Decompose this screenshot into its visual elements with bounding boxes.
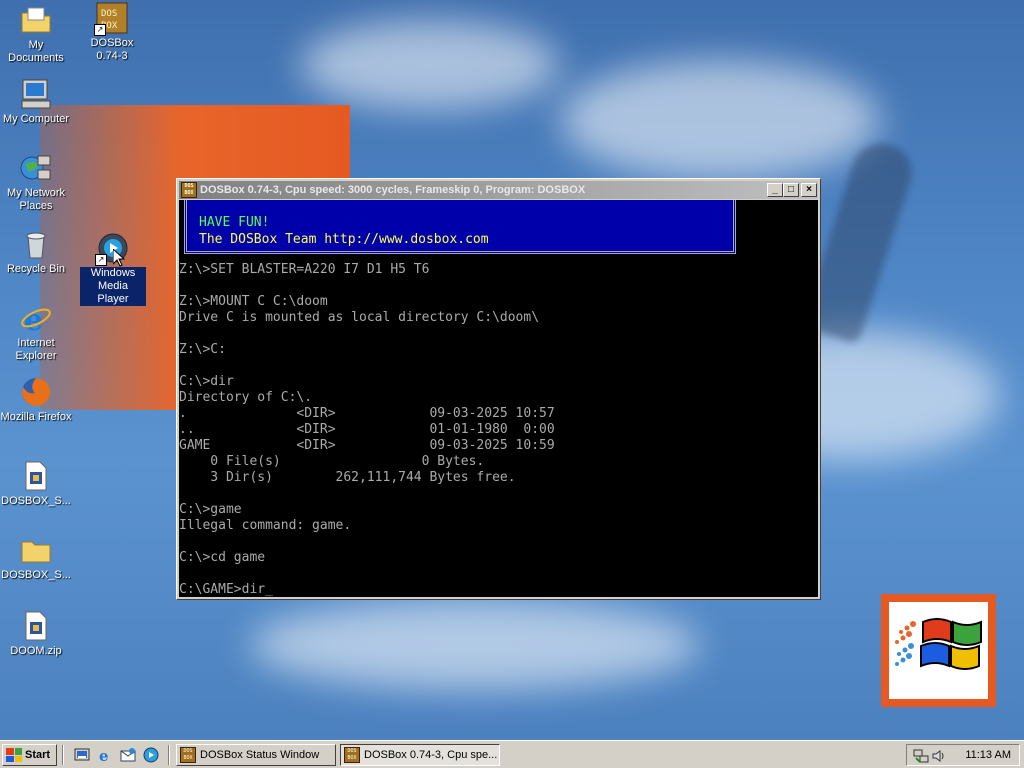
my-documents-icon [20, 4, 52, 36]
taskbar: Start e DOS BOX DOSBox Status Window DOS B… [0, 740, 1024, 768]
cloud [560, 60, 880, 180]
media-player-icon[interactable] [143, 747, 159, 763]
network-icon[interactable] [913, 748, 929, 764]
desktop-icon-network-places[interactable]: My Network Places [0, 152, 74, 213]
console-line: Illegal command: game. [179, 518, 352, 533]
console-line: .. <DIR> 01-01-1980 0:00 [179, 422, 555, 437]
start-button[interactable]: Start [2, 744, 57, 766]
console-line: C:\>game [179, 502, 242, 517]
internet-explorer-icon: e [20, 302, 52, 338]
console-line: Drive C is mounted as local directory C:… [179, 310, 540, 325]
folder-icon [20, 534, 52, 566]
banner-team-url: The DOSBox Team http://www.dosbox.com [199, 232, 489, 247]
windows-flag-icon [895, 618, 982, 670]
dosbox-icon: DOS BOX [180, 747, 196, 763]
taskbar-separator [62, 745, 64, 765]
svg-text:e: e [99, 747, 109, 763]
clock[interactable]: 11:13 AM [965, 749, 1011, 761]
console-line: . <DIR> 09-03-2025 10:57 [179, 406, 555, 421]
shortcut-arrow-icon: ↗ [94, 24, 106, 36]
task-dosbox-status[interactable]: DOS BOX DOSBox Status Window [176, 744, 336, 766]
dosbox-icon: DOS BOX ↗ [94, 2, 128, 36]
console-line: 3 Dir(s) 262,111,744 Bytes free. [179, 470, 516, 485]
minimize-button[interactable]: _ [767, 183, 783, 197]
dosbox-icon: DOS BOX [181, 182, 197, 198]
volume-icon[interactable] [931, 748, 947, 764]
desktop-icon-doom-zip[interactable]: DOOM.zip [0, 610, 74, 658]
windows-flag-icon [6, 748, 22, 762]
taskbar-separator [168, 745, 170, 765]
network-places-icon [20, 152, 52, 184]
dosbox-window[interactable]: DOS BOX DOSBox 0.74-3, Cpu speed: 3000 cy… [176, 178, 821, 600]
dos-console[interactable]: HAVE FUN! The DOSBox Team http://www.dos… [179, 200, 818, 597]
desktop-icon-internet-explorer[interactable]: e Internet Explorer [0, 302, 74, 363]
console-line: Z:\>SET BLASTER=A220 I7 D1 H5 T6 [179, 262, 430, 277]
settings-file-icon [20, 460, 52, 492]
my-computer-icon [20, 78, 52, 110]
desktop-icon-my-documents[interactable]: My Documents [0, 4, 74, 65]
cloud [300, 20, 560, 110]
task-dosbox-window[interactable]: DOS BOX DOSBox 0.74-3, Cpu spe... [340, 744, 500, 766]
desktop-icon-media-player[interactable]: ↗ Windows Media Player [75, 232, 151, 306]
welcome-banner: HAVE FUN! The DOSBox Team http://www.dos… [184, 200, 736, 254]
desktop-icon-dosbox-settings[interactable]: DOSBOX_S... [0, 460, 74, 508]
window-title: DOSBox 0.74-3, Cpu speed: 3000 cycles, F… [200, 184, 586, 196]
desktop: My Documents DOS BOX ↗ DOSBox 0.74-3 My … [0, 0, 1024, 740]
mouse-cursor-icon [113, 249, 125, 267]
console-line: GAME <DIR> 09-03-2025 10:59 [179, 438, 555, 453]
console-line: C:\>cd game [179, 550, 266, 565]
desktop-icon-firefox[interactable]: Mozilla Firefox [0, 376, 74, 424]
desktop-icon-recycle-bin[interactable]: Recycle Bin [0, 228, 74, 276]
outlook-express-icon[interactable] [120, 747, 136, 763]
console-line: Z:\>C: [179, 342, 226, 357]
banner-have-fun: HAVE FUN! [199, 215, 270, 230]
internet-explorer-icon[interactable]: e [97, 747, 113, 763]
dosbox-icon: DOS BOX [344, 747, 360, 763]
svg-text:e: e [24, 303, 43, 334]
console-line: C:\>dir [179, 374, 234, 389]
maximize-button[interactable]: □ [783, 183, 799, 197]
task-label: DOSBox 0.74-3, Cpu spe... [364, 749, 498, 761]
windows-logo-badge [881, 594, 996, 707]
desktop-icon-dosbox-folder[interactable]: DOSBOX_S... [0, 534, 74, 582]
cloud [250, 600, 700, 690]
system-tray: 11:13 AM [906, 744, 1020, 766]
close-button[interactable]: × [801, 183, 817, 197]
task-label: DOSBox Status Window [200, 749, 320, 761]
svg-text:DOS: DOS [101, 9, 117, 19]
console-line: Z:\>MOUNT C C:\doom [179, 294, 328, 309]
console-line: C:\GAME>dir_ [179, 582, 273, 597]
firefox-icon [20, 376, 52, 408]
console-line: 0 File(s) 0 Bytes. [179, 454, 485, 469]
shortcut-arrow-icon: ↗ [95, 254, 107, 266]
recycle-bin-icon [20, 228, 52, 260]
dosbox-title-bar[interactable]: DOS BOX DOSBox 0.74-3, Cpu speed: 3000 cy… [179, 181, 818, 199]
desktop-icon-my-computer[interactable]: My Computer [0, 78, 74, 126]
zip-file-icon [20, 610, 52, 642]
desktop-icon-dosbox[interactable]: DOS BOX ↗ DOSBox 0.74-3 [74, 2, 150, 63]
console-line: Directory of C:\. [179, 390, 313, 405]
start-label: Start [25, 749, 51, 761]
show-desktop-icon[interactable] [74, 747, 90, 763]
